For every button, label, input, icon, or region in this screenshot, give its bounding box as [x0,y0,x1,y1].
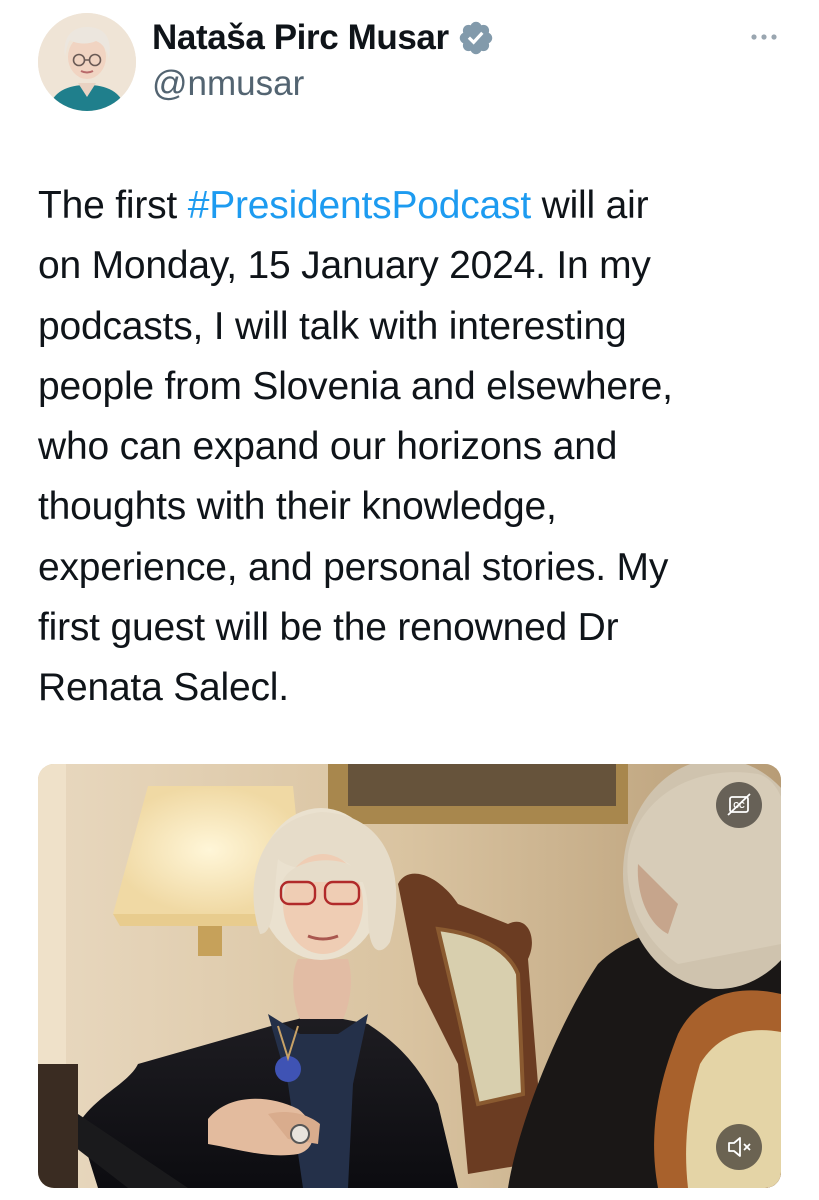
tweet-text-line: people from Slovenia and elsewhere, [38,364,673,408]
tweet-text-line: on Monday, 15 January 2024. In my [38,244,651,288]
tweet-text-line: The first #PresidentsPodcast will air [38,176,778,236]
tweet-text-line: experience, and personal stories. My [38,545,669,589]
tweet-text-segment: The first [38,184,188,227]
tweet-text-line: first guest will be the renowned Dr [38,606,619,650]
tweet-text-line: Renata Salecl. [38,666,289,710]
more-options-icon[interactable] [749,30,779,42]
tweet-text-line: podcasts, I will talk with interesting [38,304,627,348]
closed-captions-icon[interactable]: CC [716,782,762,828]
verified-badge-icon [457,19,495,57]
tweet-text-line: who can expand our horizons and [38,425,618,469]
hashtag-link[interactable]: #PresidentsPodcast [188,184,531,227]
tweet-text-segment: will air [530,184,649,227]
profile-avatar[interactable] [38,13,136,111]
tweet-text-line: thoughts with their knowledge, [38,485,557,529]
tweet-text: The first #PresidentsPodcast will air on… [38,176,778,719]
video-player[interactable]: CC [38,764,781,1188]
speaker-muted-icon[interactable] [716,1124,762,1170]
video-frame [38,764,781,1188]
tweet-header: Nataša Pirc Musar @nmusar [38,12,783,112]
author-name-row: Nataša Pirc Musar [152,16,495,60]
author-handle[interactable]: @nmusar [152,64,304,104]
author-display-name[interactable]: Nataša Pirc Musar [152,18,449,58]
